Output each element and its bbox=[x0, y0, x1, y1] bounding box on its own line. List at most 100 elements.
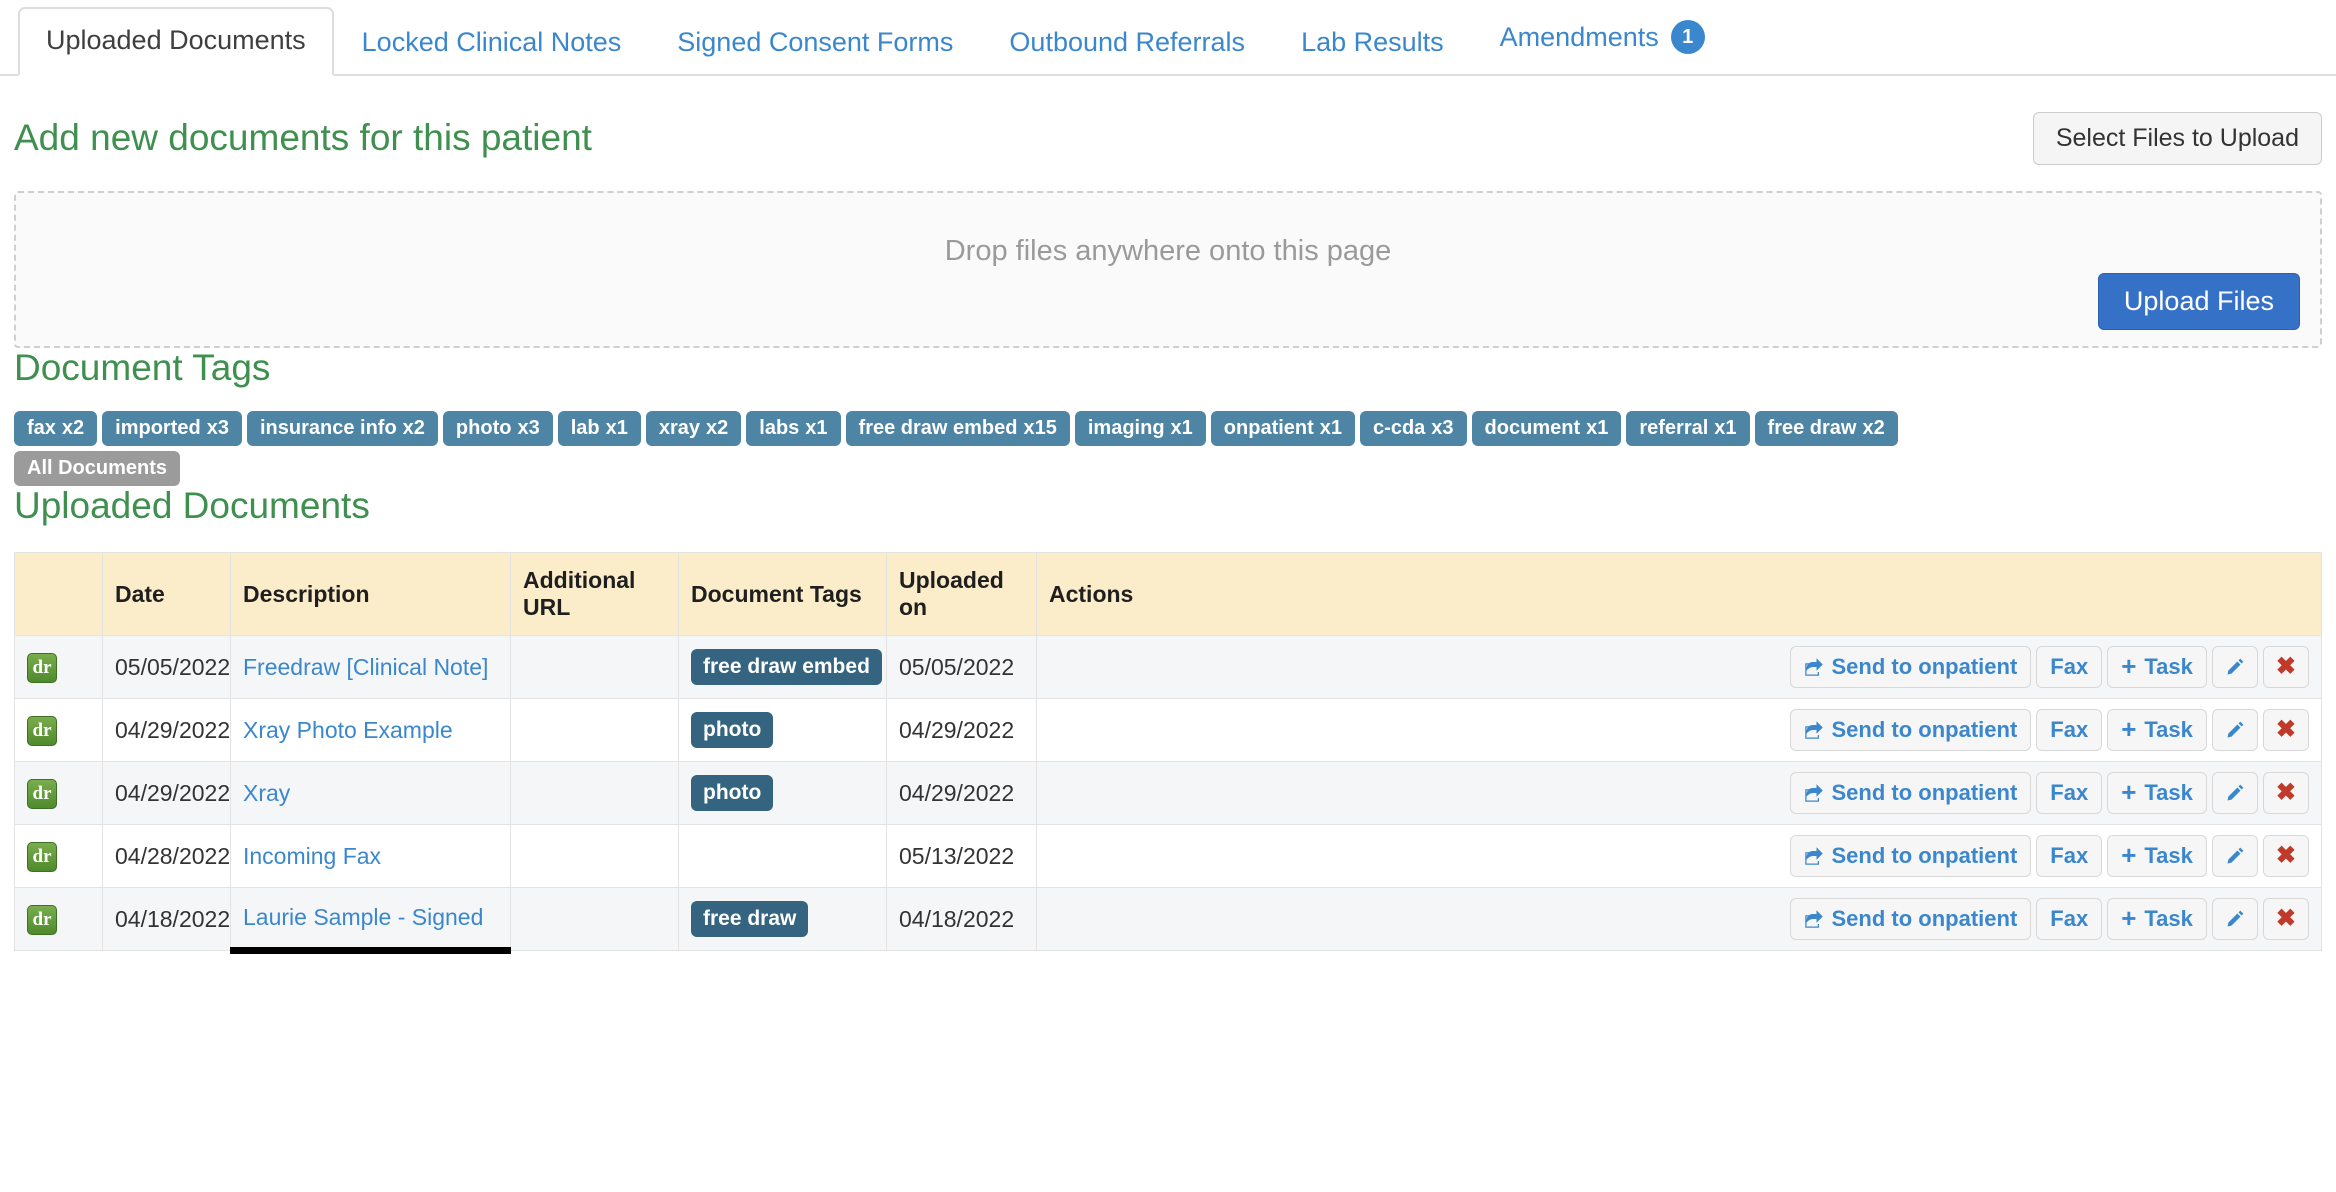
send-to-onpatient-button[interactable]: Send to onpatient bbox=[1789, 772, 2032, 815]
tab-label: Uploaded Documents bbox=[46, 25, 306, 55]
tab-uploaded-documents[interactable]: Uploaded Documents bbox=[18, 7, 334, 76]
tag-filter-free-draw[interactable]: free draw x2 bbox=[1754, 410, 1898, 446]
row-uploaded-on: 05/05/2022 bbox=[886, 635, 1037, 700]
row-action-buttons: Send to onpatient Fax + Task ✖ bbox=[1049, 835, 2309, 878]
table-row[interactable]: dr 04/29/2022 Xray photo 04/29/2022 Send… bbox=[14, 761, 2322, 826]
document-link[interactable]: Incoming Fax bbox=[243, 843, 381, 869]
fax-button[interactable]: Fax bbox=[2036, 709, 2103, 752]
tag-filter-xray[interactable]: xray x2 bbox=[645, 410, 742, 446]
document-tags-heading: Document Tags bbox=[14, 347, 271, 388]
tag-filter-c-cda[interactable]: c-cda x3 bbox=[1360, 410, 1467, 446]
send-to-onpatient-button[interactable]: Send to onpatient bbox=[1789, 709, 2032, 752]
delete-button[interactable]: ✖ bbox=[2262, 772, 2309, 815]
tag-filter-label: referral bbox=[1639, 416, 1709, 439]
tab-lab-results[interactable]: Lab Results bbox=[1273, 9, 1472, 76]
fax-button[interactable]: Fax bbox=[2036, 772, 2103, 815]
document-link[interactable]: Freedraw [Clinical Note] bbox=[243, 654, 488, 680]
row-uploaded-on: 04/29/2022 bbox=[886, 761, 1037, 826]
edit-button[interactable] bbox=[2211, 772, 2258, 815]
task-label: Task bbox=[2144, 906, 2193, 932]
row-document-tags-cell bbox=[678, 824, 887, 889]
document-link[interactable]: Xray Photo Example bbox=[243, 717, 453, 743]
tag-filter-label: imaging bbox=[1087, 416, 1165, 439]
document-tag-pill[interactable]: free draw bbox=[691, 901, 809, 938]
document-tag-pill[interactable]: free draw embed bbox=[691, 649, 882, 686]
tag-filter-photo[interactable]: photo x3 bbox=[442, 410, 553, 446]
tag-filter-labs[interactable]: labs x1 bbox=[746, 410, 841, 446]
plus-icon: + bbox=[2121, 840, 2137, 871]
delete-button[interactable]: ✖ bbox=[2262, 898, 2309, 941]
tag-filter-label: onpatient bbox=[1223, 416, 1314, 439]
delete-button[interactable]: ✖ bbox=[2262, 709, 2309, 752]
edit-button[interactable] bbox=[2211, 709, 2258, 752]
add-task-button[interactable]: + Task bbox=[2107, 646, 2207, 689]
tag-filter-imaging[interactable]: imaging x1 bbox=[1074, 410, 1206, 446]
row-additional-url bbox=[510, 824, 679, 889]
delete-button[interactable]: ✖ bbox=[2262, 646, 2309, 689]
row-actions-cell: Send to onpatient Fax + Task ✖ bbox=[1036, 761, 2322, 826]
row-uploaded-on: 05/13/2022 bbox=[886, 824, 1037, 889]
tag-filter-count: x3 bbox=[206, 416, 229, 439]
tab-amendments[interactable]: Amendments 1 bbox=[1472, 2, 1733, 76]
tab-signed-consent-forms[interactable]: Signed Consent Forms bbox=[649, 9, 981, 76]
share-icon bbox=[1804, 657, 1824, 677]
tab-label: Signed Consent Forms bbox=[677, 27, 954, 57]
dr-document-icon: dr bbox=[27, 904, 57, 935]
add-task-button[interactable]: + Task bbox=[2107, 709, 2207, 752]
tag-filter-all-documents[interactable]: All Documents bbox=[14, 450, 181, 486]
row-icon-cell: dr bbox=[14, 887, 103, 952]
send-to-onpatient-button[interactable]: Send to onpatient bbox=[1789, 835, 2032, 878]
edit-button[interactable] bbox=[2211, 646, 2258, 689]
tag-filter-fax[interactable]: fax x2 bbox=[14, 410, 98, 446]
tag-filter-document[interactable]: document x1 bbox=[1471, 410, 1622, 446]
column-header-description: Description bbox=[230, 552, 511, 637]
table-row[interactable]: dr 04/29/2022 Xray Photo Example photo 0… bbox=[14, 698, 2322, 763]
row-action-buttons: Send to onpatient Fax + Task ✖ bbox=[1049, 772, 2309, 815]
tag-filter-referral[interactable]: referral x1 bbox=[1626, 410, 1750, 446]
row-date: 04/18/2022 bbox=[102, 887, 231, 952]
table-row[interactable]: dr 04/28/2022 Incoming Fax 05/13/2022 Se… bbox=[14, 824, 2322, 889]
close-icon: ✖ bbox=[2275, 716, 2296, 744]
document-link[interactable]: Laurie Sample - Signed bbox=[243, 904, 483, 930]
send-to-onpatient-button[interactable]: Send to onpatient bbox=[1789, 646, 2032, 689]
tag-filter-insurance-info[interactable]: insurance info x2 bbox=[246, 410, 438, 446]
document-tag-pill[interactable]: photo bbox=[691, 712, 774, 749]
delete-button[interactable]: ✖ bbox=[2262, 835, 2309, 878]
row-actions-cell: Send to onpatient Fax + Task ✖ bbox=[1036, 635, 2322, 700]
add-task-button[interactable]: + Task bbox=[2107, 772, 2207, 815]
column-header-uploaded-on: Uploaded on bbox=[886, 552, 1037, 637]
send-to-onpatient-label: Send to onpatient bbox=[1831, 843, 2018, 869]
uploaded-documents-table: Date Description Additional URL Document… bbox=[14, 552, 2322, 955]
tag-filter-imported[interactable]: imported x3 bbox=[102, 410, 242, 446]
row-date: 04/29/2022 bbox=[102, 761, 231, 826]
select-files-to-upload-button[interactable]: Select Files to Upload bbox=[2032, 112, 2322, 165]
tab-locked-clinical-notes[interactable]: Locked Clinical Notes bbox=[334, 9, 650, 76]
document-tag-pill[interactable]: photo bbox=[691, 775, 774, 812]
send-to-onpatient-button[interactable]: Send to onpatient bbox=[1789, 898, 2032, 941]
add-task-button[interactable]: + Task bbox=[2107, 835, 2207, 878]
fax-button[interactable]: Fax bbox=[2036, 898, 2103, 941]
tag-filter-row: fax x2 imported x3 insurance info x2 photo x… bbox=[14, 410, 2322, 446]
row-action-buttons: Send to onpatient Fax + Task ✖ bbox=[1049, 646, 2309, 689]
edit-button[interactable] bbox=[2211, 835, 2258, 878]
document-link[interactable]: Xray bbox=[243, 780, 290, 806]
tab-outbound-referrals[interactable]: Outbound Referrals bbox=[981, 9, 1273, 76]
tag-filter-lab[interactable]: lab x1 bbox=[557, 410, 641, 446]
tag-filter-count: x2 bbox=[706, 416, 729, 439]
edit-button[interactable] bbox=[2211, 898, 2258, 941]
upload-files-button[interactable]: Upload Files bbox=[2097, 273, 2300, 330]
row-icon-cell: dr bbox=[14, 761, 103, 826]
tag-filter-count: x3 bbox=[517, 416, 540, 439]
file-dropzone[interactable]: Drop files anywhere onto this page Uploa… bbox=[14, 191, 2322, 348]
tag-filter-free-draw-embed[interactable]: free draw embed x15 bbox=[845, 410, 1070, 446]
tag-filter-label: lab bbox=[570, 416, 600, 439]
fax-button[interactable]: Fax bbox=[2036, 835, 2103, 878]
table-row[interactable]: dr 04/18/2022 Laurie Sample - Signed fre… bbox=[14, 887, 2322, 955]
fax-button[interactable]: Fax bbox=[2036, 646, 2103, 689]
tab-label: Amendments bbox=[1499, 22, 1659, 53]
add-task-button[interactable]: + Task bbox=[2107, 898, 2207, 941]
close-icon: ✖ bbox=[2275, 905, 2296, 933]
table-row[interactable]: dr 05/05/2022 Freedraw [Clinical Note] f… bbox=[14, 635, 2322, 700]
tag-filter-onpatient[interactable]: onpatient x1 bbox=[1210, 410, 1356, 446]
document-tag-filters: fax x2 imported x3 insurance info x2 photo x… bbox=[14, 410, 2322, 486]
